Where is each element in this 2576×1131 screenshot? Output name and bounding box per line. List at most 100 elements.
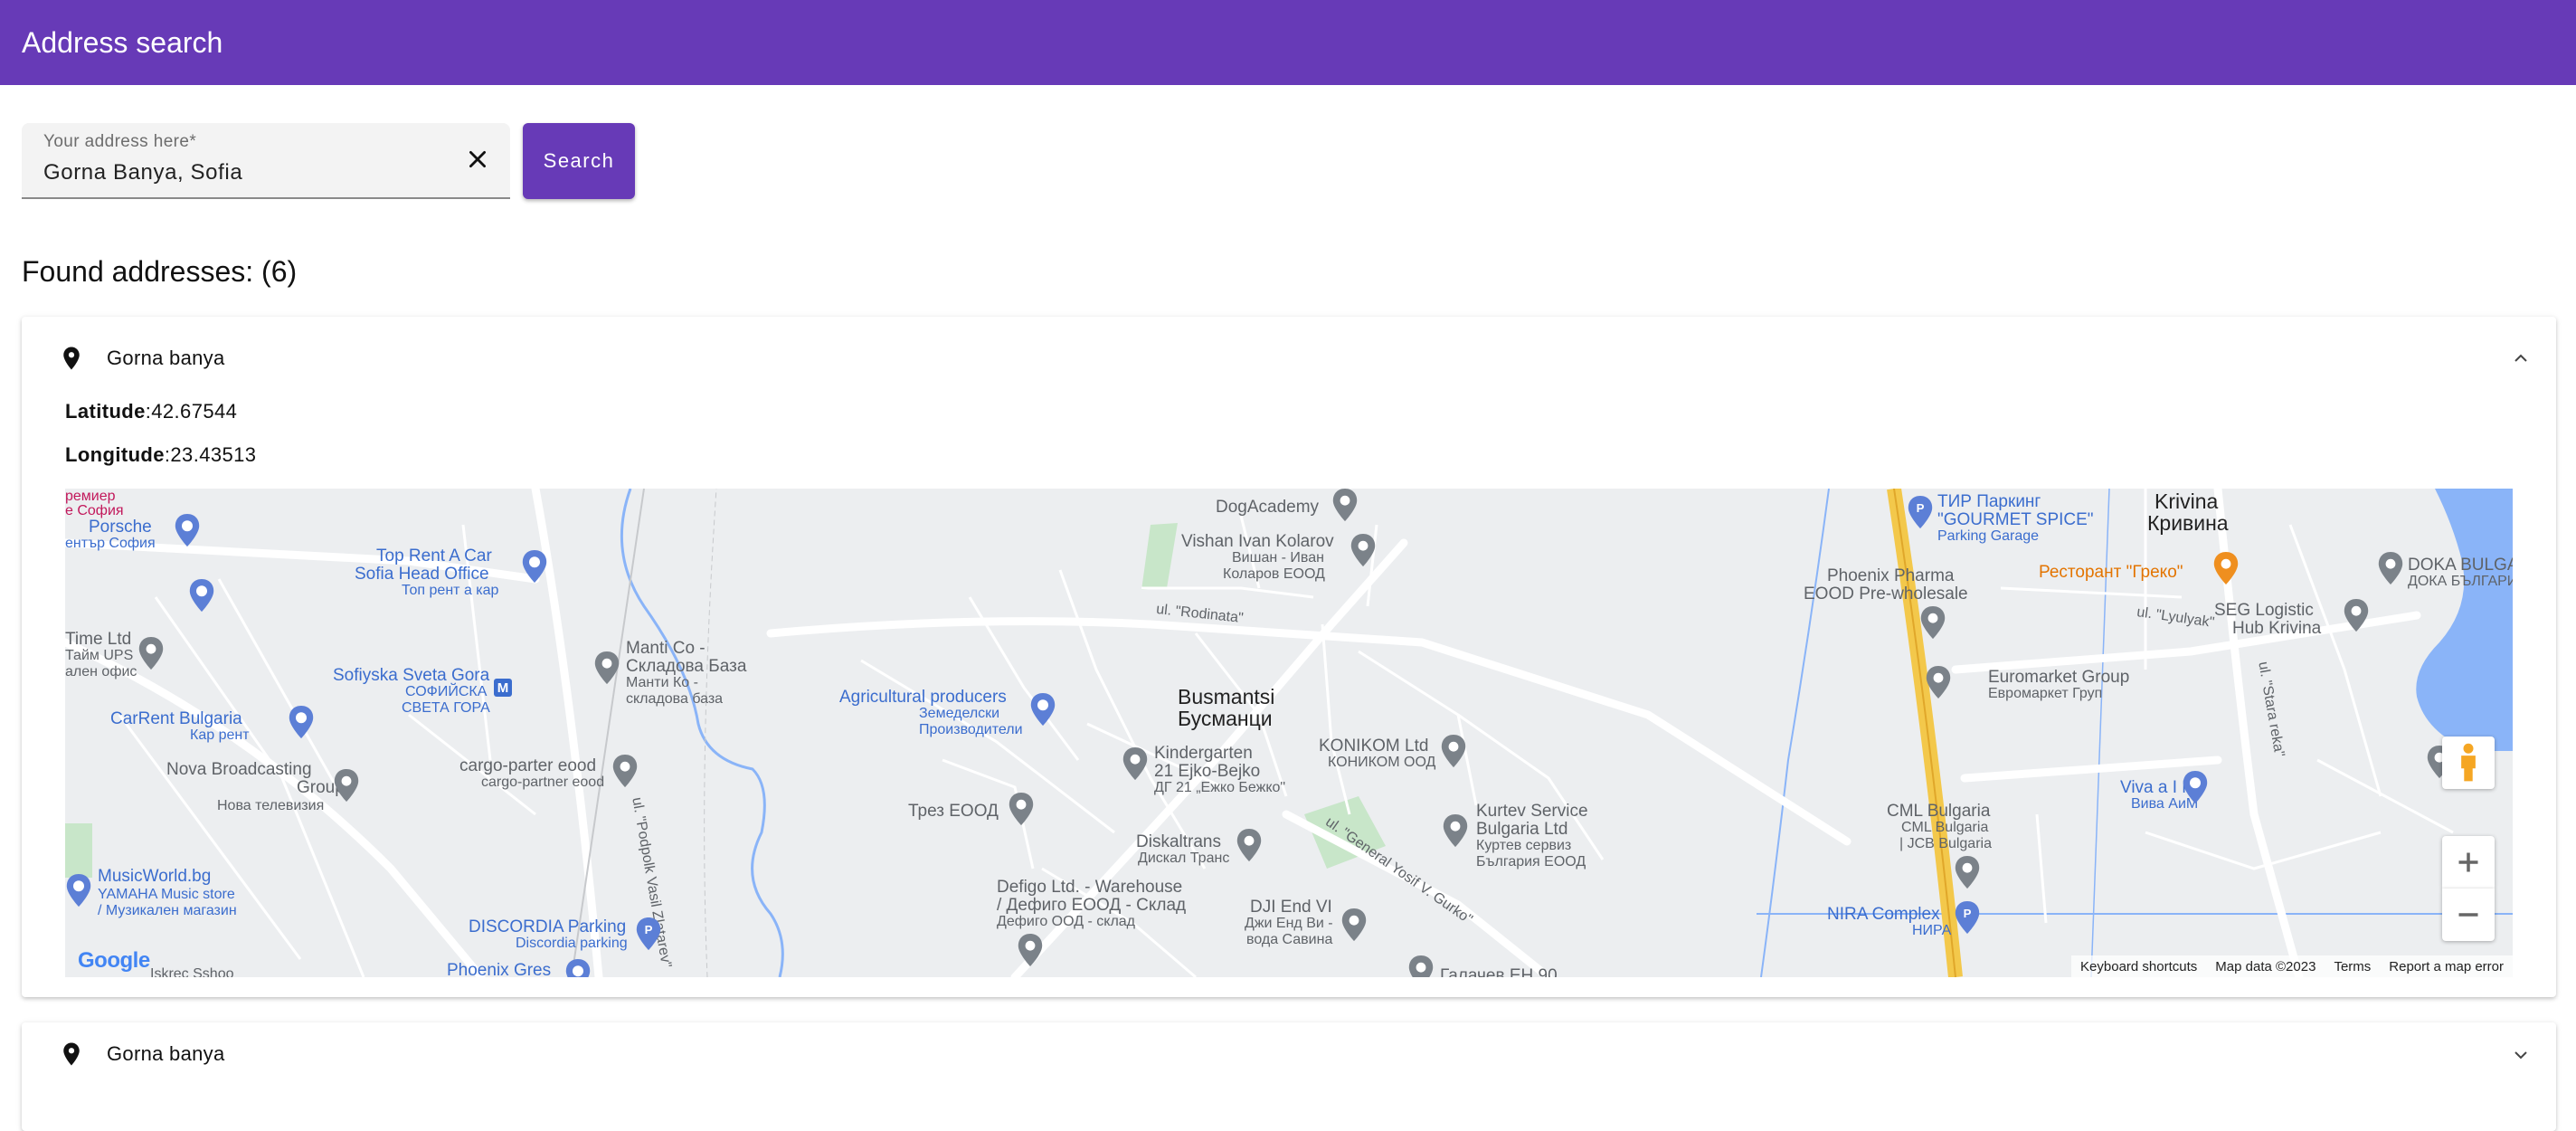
location-pin-icon xyxy=(63,347,80,370)
shopping-pin-icon[interactable] xyxy=(564,959,592,977)
report-error-link[interactable]: Report a map error xyxy=(2389,959,2504,974)
place-pin-icon[interactable] xyxy=(1925,666,1952,699)
map-label: Вишан - Иван xyxy=(1232,550,1324,566)
place-pin-icon[interactable] xyxy=(1350,534,1377,566)
address-input[interactable] xyxy=(43,156,459,190)
map-label: YAMAHA Music store xyxy=(98,887,235,902)
map-label: КОНИКОМ ООД xyxy=(1328,755,1436,770)
map-label: Phoenix Gres xyxy=(447,961,552,977)
map-label: Busmantsi xyxy=(1178,685,1275,708)
result-panel-header[interactable]: Gorna banya xyxy=(22,317,2556,400)
app-toolbar: Address search xyxy=(0,0,2576,85)
car-rental-pin-icon[interactable] xyxy=(188,579,215,612)
clear-icon[interactable] xyxy=(461,143,494,176)
address-field-label: Your address here* xyxy=(43,132,197,151)
map-label: България ЕООД xyxy=(1476,854,1586,870)
place-pin-icon[interactable] xyxy=(1442,814,1469,847)
longitude-value: :23.43513 xyxy=(164,443,257,466)
google-logo[interactable]: Google xyxy=(78,948,150,974)
map-label: CML Bulgaria xyxy=(1887,802,1991,821)
map-label: Hub Krivina xyxy=(2232,619,2322,638)
map-label: / Дефиго ЕООД - Склад xyxy=(997,896,1187,915)
place-pin-icon[interactable] xyxy=(137,637,165,670)
map-label: Phoenix Pharma xyxy=(1827,566,1955,585)
parking-pin-icon[interactable]: P xyxy=(635,917,662,950)
parking-pin-icon[interactable]: P xyxy=(1907,496,1934,528)
page-title: Address search xyxy=(22,25,223,59)
map-label: Vishan Ivan Kolarov xyxy=(1181,532,1334,551)
map-label: DogAcademy xyxy=(1216,498,1320,517)
google-map[interactable]: ремиер е София Porsche ентър София Top R… xyxy=(65,489,2513,977)
search-form: Your address here* Search xyxy=(22,123,635,199)
restaurant-pin-icon[interactable] xyxy=(2212,552,2240,585)
shopping-pin-icon[interactable] xyxy=(65,874,92,907)
car-rental-pin-icon[interactable] xyxy=(521,550,548,583)
zoom-out-button[interactable] xyxy=(2442,889,2495,941)
place-pin-icon[interactable] xyxy=(1407,955,1435,977)
map-label: Топ рент а кар xyxy=(402,583,499,598)
latitude-value: :42.67544 xyxy=(145,400,238,423)
map-label: EOOD Pre-wholesale xyxy=(1804,585,1968,604)
map-label: Тайм UPS xyxy=(65,648,134,663)
map-label: Kindergarten xyxy=(1154,744,1253,763)
map-label: Коларов ЕООД xyxy=(1223,566,1325,582)
parking-pin-icon[interactable]: P xyxy=(1954,901,1981,934)
map-label: Nova Broadcasting xyxy=(166,760,312,779)
car-dealer-pin-icon[interactable] xyxy=(174,514,201,546)
car-rental-pin-icon[interactable] xyxy=(288,706,315,738)
chevron-up-icon[interactable] xyxy=(2509,347,2533,369)
place-pin-icon[interactable] xyxy=(2377,552,2404,585)
shopping-pin-icon[interactable] xyxy=(2182,771,2209,803)
map-label: Discordia parking xyxy=(516,936,628,951)
metro-icon[interactable]: M xyxy=(494,679,512,697)
map-label: Agricultural producers xyxy=(839,688,1007,707)
map-label: СВЕТА ГОРА xyxy=(402,700,490,716)
place-pin-icon[interactable] xyxy=(593,651,620,684)
place-pin-icon[interactable] xyxy=(1954,856,1981,889)
result-panel: Gorna banya xyxy=(22,1022,2556,1131)
map-label: | JCB Bulgaria xyxy=(1899,836,1992,851)
longitude-label: Longitude xyxy=(65,443,165,466)
map-label: Дискал Транс xyxy=(1138,851,1230,866)
place-pin-icon[interactable] xyxy=(1236,829,1263,861)
place-pin-icon[interactable] xyxy=(1008,793,1035,825)
map-label: cargo-parter eood xyxy=(459,756,597,775)
map-label: Sofia Head Office xyxy=(355,565,489,584)
map-label: "GOURMET SPICE" xyxy=(1937,510,2094,529)
place-pin-icon[interactable] xyxy=(1331,489,1359,521)
map-label: Нова телевизия xyxy=(217,798,325,813)
place-pin-icon[interactable] xyxy=(1340,908,1368,941)
zoom-in-button[interactable] xyxy=(2442,836,2495,889)
place-pin-icon[interactable] xyxy=(2343,599,2370,632)
address-field[interactable]: Your address here* xyxy=(22,123,510,199)
terms-link[interactable]: Terms xyxy=(2334,959,2371,974)
result-panel: Gorna banya Latitude:42.67544 Longitude:… xyxy=(22,317,2556,997)
place-pin-icon[interactable] xyxy=(333,769,360,802)
map-label: складова база xyxy=(626,691,724,707)
street-view-pegman-icon[interactable] xyxy=(2442,737,2495,789)
map-label: Bulgaria Ltd xyxy=(1476,820,1568,839)
result-title: Gorna banya xyxy=(107,1042,225,1065)
map-data-text: Map data ©2023 xyxy=(2215,958,2316,974)
place-pin-icon[interactable] xyxy=(1017,934,1044,966)
chevron-down-icon[interactable] xyxy=(2509,1044,2533,1066)
map-label: Sofiyska Sveta Gora xyxy=(333,666,490,685)
shopping-cart-pin-icon[interactable] xyxy=(1029,693,1056,726)
place-pin-icon[interactable] xyxy=(1919,606,1946,639)
school-pin-icon[interactable] xyxy=(1122,747,1149,780)
place-pin-icon[interactable] xyxy=(1440,735,1467,767)
map-label: CarRent Bulgaria xyxy=(110,709,242,728)
longitude-row: Longitude:23.43513 xyxy=(65,443,256,467)
map-label: CML Bulgaria xyxy=(1901,820,1989,835)
map-label: Галачев ЕН 90 xyxy=(1440,966,1558,977)
keyboard-shortcuts-link[interactable]: Keyboard shortcuts xyxy=(2080,959,2197,974)
map-label: СОФИЙСКА xyxy=(405,684,488,699)
result-panel-header[interactable]: Gorna banya xyxy=(22,1022,2556,1086)
map-label: Defigo Ltd. - Warehouse xyxy=(997,878,1183,897)
search-button[interactable]: Search xyxy=(523,123,635,199)
map-label: Складова База xyxy=(626,657,747,676)
map-label: NIRA Complex xyxy=(1827,905,1940,924)
place-pin-icon[interactable] xyxy=(611,755,639,787)
svg-text:P: P xyxy=(645,923,653,936)
map-label: DOKA BULGARIA xyxy=(2408,556,2513,575)
